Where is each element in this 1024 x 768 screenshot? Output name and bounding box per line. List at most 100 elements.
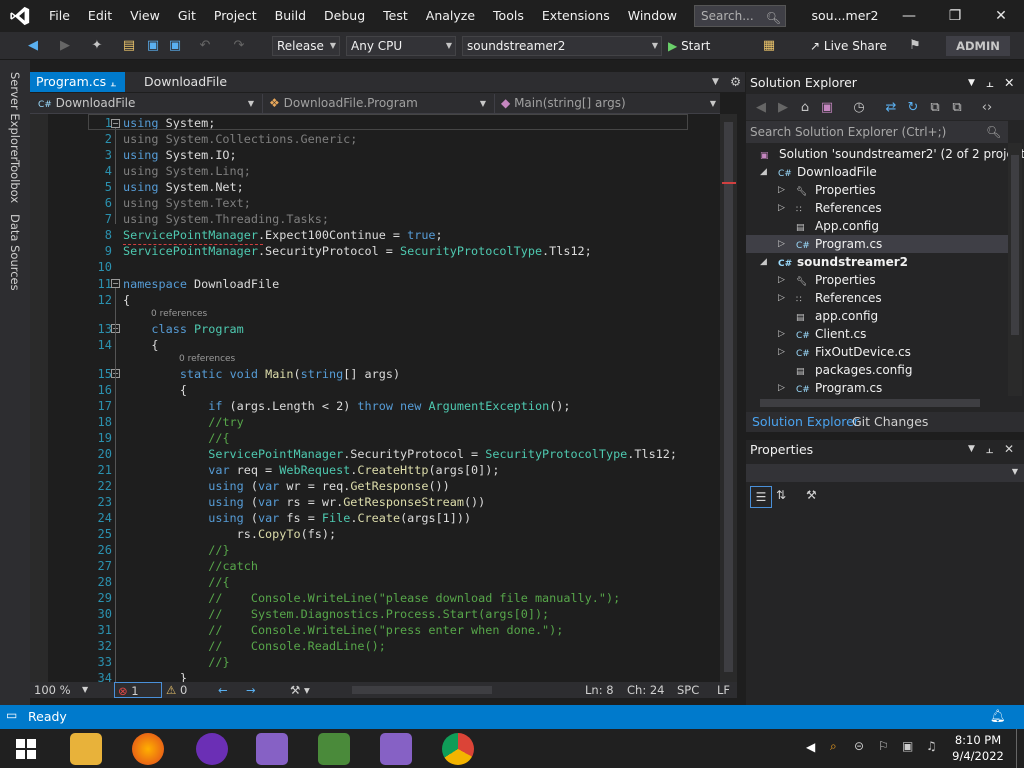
tray-minus-icon[interactable]: ⊝ bbox=[854, 739, 864, 753]
firefox-icon[interactable] bbox=[132, 733, 164, 765]
code-line[interactable]: namespace DownloadFile bbox=[123, 276, 279, 292]
network-icon[interactable]: ▣ bbox=[902, 739, 913, 753]
code-line[interactable]: //} bbox=[123, 542, 229, 558]
tree-item[interactable]: C# DownloadFile bbox=[778, 163, 877, 181]
type-nav-select[interactable]: ❖ DownloadFile.Program ▼ bbox=[262, 94, 490, 113]
code-line[interactable]: { bbox=[123, 292, 130, 308]
close-panel-icon[interactable]: ✕ bbox=[1004, 72, 1014, 94]
tray-flag-icon[interactable]: ⚐ bbox=[878, 739, 889, 753]
settings-gear-icon[interactable]: ⚙ bbox=[724, 72, 744, 92]
close-button[interactable]: ✕ bbox=[978, 0, 1024, 32]
tree-item[interactable]: C# Program.cs bbox=[796, 379, 882, 397]
tree-item[interactable]: ▣ Solution 'soundstreamer2' (2 of 2 proje… bbox=[760, 145, 1024, 163]
scrollbar-thumb[interactable] bbox=[724, 122, 733, 672]
pin-icon[interactable]: ⫠ bbox=[986, 72, 994, 94]
tree-item[interactable]: C# FixOutDevice.cs bbox=[796, 343, 911, 361]
expanded-arrow-icon[interactable]: ◢ bbox=[760, 257, 767, 267]
code-line[interactable]: using System.Text; bbox=[123, 195, 251, 211]
tab-downloadfile[interactable]: DownloadFile bbox=[138, 72, 238, 92]
properties-object-select[interactable]: ▼ bbox=[746, 464, 1024, 482]
code-line[interactable]: // Console.WriteLine("press enter when d… bbox=[123, 622, 563, 638]
maximize-button[interactable]: ❐ bbox=[932, 0, 978, 32]
line-ending[interactable]: LF bbox=[717, 682, 730, 698]
whitespace-mode[interactable]: SPC bbox=[677, 682, 699, 698]
save-icon[interactable]: ▣ bbox=[144, 36, 162, 56]
file-explorer-icon[interactable] bbox=[70, 733, 102, 765]
volume-icon[interactable]: ♫ bbox=[926, 739, 937, 753]
code-line[interactable]: //} bbox=[123, 654, 229, 670]
minimize-button[interactable]: — bbox=[886, 0, 932, 32]
code-line[interactable]: rs.CopyTo(fs); bbox=[123, 526, 336, 542]
tree-item[interactable]: ▤ app.config bbox=[796, 307, 878, 325]
menu-file[interactable]: File bbox=[40, 0, 79, 32]
code-line[interactable]: using (var rs = wr.GetResponseStream()) bbox=[123, 494, 485, 510]
menu-analyze[interactable]: Analyze bbox=[417, 0, 484, 32]
collapsed-arrow-icon[interactable]: ▷ bbox=[778, 203, 785, 213]
tree-item[interactable]: ∷ References bbox=[796, 289, 882, 307]
menu-extensions[interactable]: Extensions bbox=[533, 0, 619, 32]
account-badge[interactable]: ADMIN bbox=[946, 36, 1010, 56]
menu-git[interactable]: Git bbox=[169, 0, 205, 32]
menu-edit[interactable]: Edit bbox=[79, 0, 121, 32]
toolbox-icon[interactable]: ▦ bbox=[760, 36, 778, 56]
code-line[interactable]: using System.Threading.Tasks; bbox=[123, 211, 329, 227]
tree-horizontal-scrollbar[interactable] bbox=[746, 396, 1008, 410]
feedback-icon[interactable]: ⚑ bbox=[906, 36, 924, 56]
tree-item[interactable]: ▤ App.config bbox=[796, 217, 879, 235]
back-icon[interactable]: ◀ bbox=[754, 98, 768, 118]
previous-issue-icon[interactable]: ← bbox=[218, 682, 228, 698]
code-line[interactable]: using System.Collections.Generic; bbox=[123, 131, 357, 147]
editor-horizontal-scrollbar[interactable] bbox=[342, 682, 560, 698]
zoom-dropdown-icon[interactable]: ▼ bbox=[82, 682, 88, 698]
code-line[interactable]: // System.Diagnostics.Process.Start(args… bbox=[123, 606, 549, 622]
collapsed-arrow-icon[interactable]: ▷ bbox=[778, 275, 785, 285]
collapsed-arrow-icon[interactable]: ▷ bbox=[778, 329, 785, 339]
toolbox-tab[interactable]: Toolbox bbox=[8, 160, 22, 203]
tree-item[interactable]: 🔧︎ Properties bbox=[796, 181, 876, 199]
show-all-files-icon[interactable]: ⧉ bbox=[950, 98, 964, 118]
code-line[interactable]: using System.Linq; bbox=[123, 163, 251, 179]
pin-icon[interactable]: ⫠ bbox=[986, 442, 993, 457]
close-panel-icon[interactable]: ✕ bbox=[1004, 442, 1014, 456]
zoom-level[interactable]: 100 % bbox=[34, 682, 71, 698]
new-project-icon[interactable]: ✦ bbox=[88, 36, 106, 56]
tab-program-cs[interactable]: Program.cs ⫠ ✕ bbox=[30, 72, 125, 111]
next-issue-icon[interactable]: → bbox=[246, 682, 256, 698]
undo-icon[interactable]: ↶ bbox=[196, 36, 214, 56]
menu-build[interactable]: Build bbox=[266, 0, 315, 32]
code-cleanup-icon[interactable]: ⚒ ▾ bbox=[290, 682, 310, 698]
code-line[interactable]: static void Main(string[] args) bbox=[123, 366, 400, 382]
tree-item[interactable]: C# Program.cs bbox=[796, 235, 882, 253]
back-icon[interactable]: ◀ bbox=[24, 36, 42, 56]
panel-dropdown-icon[interactable]: ▼ bbox=[968, 444, 975, 454]
menu-tools[interactable]: Tools bbox=[484, 0, 533, 32]
forward-icon[interactable]: ▶ bbox=[776, 98, 790, 118]
code-line[interactable]: ServicePointManager.Expect100Continue = … bbox=[123, 227, 443, 243]
redo-icon[interactable]: ↷ bbox=[230, 36, 248, 56]
line-number[interactable]: Ln: 8 bbox=[585, 682, 614, 698]
tree-item[interactable]: 🔧︎ Properties bbox=[796, 271, 876, 289]
column-number[interactable]: Ch: 24 bbox=[627, 682, 664, 698]
search-tray-icon[interactable]: ⌕ bbox=[830, 739, 837, 754]
collapsed-arrow-icon[interactable]: ▷ bbox=[778, 383, 785, 393]
tree-item[interactable]: C# Client.cs bbox=[796, 325, 866, 343]
home-icon[interactable]: ⌂ bbox=[798, 98, 812, 118]
collapse-all-icon[interactable]: ⧉ bbox=[928, 98, 942, 118]
tree-item[interactable]: ∷ References bbox=[796, 199, 882, 217]
yahoo-messenger-icon[interactable] bbox=[196, 733, 228, 765]
categorized-icon[interactable]: ☰ bbox=[750, 486, 772, 508]
tree-item[interactable]: ▤ packages.config bbox=[796, 361, 912, 379]
tab-list-dropdown-icon[interactable]: ▼ bbox=[706, 72, 722, 92]
code-line[interactable]: var req = WebRequest.CreateHttp(args[0])… bbox=[123, 462, 499, 478]
refresh-icon[interactable]: ↻ bbox=[906, 98, 920, 118]
tab-git-changes[interactable]: Git Changes bbox=[846, 412, 934, 432]
code-line[interactable]: { bbox=[123, 337, 158, 353]
code-line[interactable]: //{ bbox=[123, 574, 229, 590]
collapsed-arrow-icon[interactable]: ▷ bbox=[778, 347, 785, 357]
code-line[interactable]: //catch bbox=[123, 558, 258, 574]
taskbar-clock[interactable]: 8:10 PM 9/4/2022 bbox=[952, 732, 1004, 764]
data-sources-tab[interactable]: Data Sources bbox=[8, 214, 22, 291]
tree-vertical-scrollbar[interactable] bbox=[1008, 143, 1022, 396]
code-line[interactable]: // Console.WriteLine("please download fi… bbox=[123, 590, 620, 606]
collapsed-arrow-icon[interactable]: ▷ bbox=[778, 293, 785, 303]
